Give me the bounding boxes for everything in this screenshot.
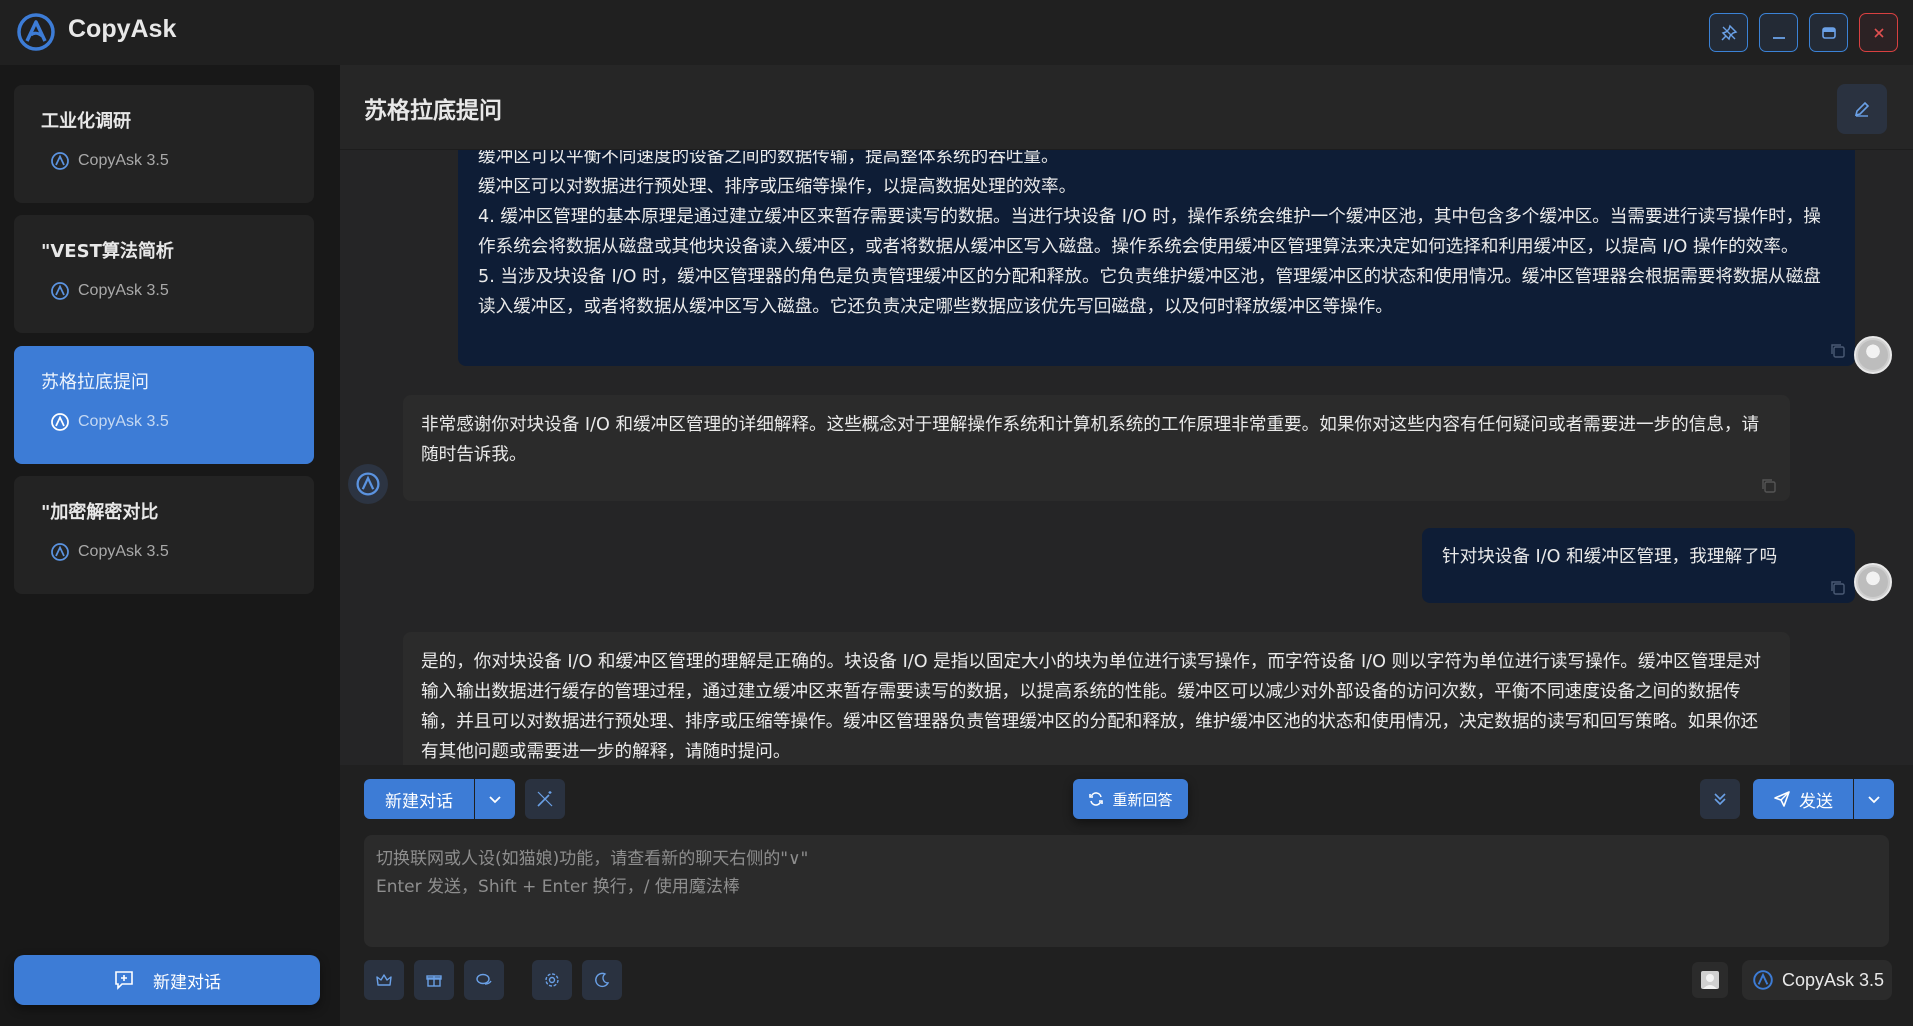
model-logo-icon: [51, 282, 69, 300]
model-logo-icon: [51, 543, 69, 561]
conversation-title: "VEST算法简析: [41, 241, 174, 262]
gift-icon: [426, 975, 442, 987]
new-chat-label: 新建对话: [153, 972, 221, 993]
model-logo-icon: [51, 413, 69, 431]
conversation-title: 苏格拉底提问: [41, 372, 149, 393]
message-list: 缓冲区可以平衡不同速度的设备之间的数据传输，提高整体系统的吞吐量。 缓冲区可以对…: [340, 150, 1913, 765]
maximize-button[interactable]: [1809, 13, 1848, 52]
conversation-title: 工业化调研: [41, 111, 131, 132]
conversation-item[interactable]: 工业化调研 CopyAsk 3.5: [14, 85, 314, 203]
assistant-message: 非常感谢你对块设备 I/O 和缓冲区管理的详细解释。这些概念对于理解操作系统和计…: [403, 395, 1790, 501]
gift-button[interactable]: [414, 960, 454, 1000]
page-title: 苏格拉底提问: [364, 98, 502, 124]
edit-title-button[interactable]: [1837, 84, 1887, 134]
conversation-title: "加密解密对比: [41, 502, 159, 523]
model-logo-icon: [51, 152, 69, 170]
conversation-item[interactable]: "VEST算法简析 CopyAsk 3.5: [14, 215, 314, 333]
regenerate-button[interactable]: 重新回答: [1073, 779, 1188, 819]
chat-icon: [476, 973, 492, 985]
chevron-down-icon: [1868, 796, 1880, 804]
close-icon: [1873, 27, 1884, 38]
settings-icon: [545, 973, 559, 987]
conversation-item-active[interactable]: 苏格拉底提问 CopyAsk 3.5: [14, 346, 314, 464]
new-chat-dropdown-button[interactable]: [475, 779, 515, 819]
message-input[interactable]: 切换联网或人设(如猫娘)功能，请查看新的聊天右侧的"∨" Enter 发送，Sh…: [364, 835, 1889, 947]
double-chevron-down-icon: [1714, 793, 1726, 806]
user-avatar: [1854, 563, 1892, 601]
send-options-button[interactable]: [1854, 779, 1894, 819]
edit-icon: [1854, 101, 1870, 117]
assistant-message: 是的，你对块设备 I/O 和缓冲区管理的理解是正确的。块设备 I/O 是指以固定…: [403, 632, 1790, 765]
chat-header: 苏格拉底提问: [340, 65, 1913, 150]
send-button[interactable]: 发送: [1753, 779, 1853, 819]
magic-wand-button[interactable]: [525, 779, 565, 819]
model-logo-icon: [1753, 970, 1773, 990]
copy-icon[interactable]: [1829, 579, 1847, 597]
conversation-item[interactable]: "加密解密对比 CopyAsk 3.5: [14, 476, 314, 594]
app-title: CopyAsk: [68, 15, 177, 43]
magic-wand-icon: [537, 791, 553, 807]
app-logo-icon: [17, 13, 55, 51]
crown-icon: [376, 974, 392, 986]
conversation-model: CopyAsk 3.5: [50, 542, 169, 562]
chevron-down-icon: [489, 796, 501, 804]
close-button[interactable]: [1859, 13, 1898, 52]
sidebar-new-chat-button[interactable]: 新建对话: [14, 955, 320, 1005]
send-icon: [1774, 791, 1790, 807]
input-placeholder-line: Enter 发送，Shift + Enter 换行，/ 使用魔法棒: [376, 877, 740, 897]
user-avatar-small[interactable]: [1692, 962, 1728, 998]
maximize-icon: [1821, 26, 1836, 39]
theme-toggle-button[interactable]: [582, 960, 622, 1000]
chat-button[interactable]: [464, 960, 504, 1000]
regenerate-label: 重新回答: [1112, 790, 1173, 809]
assistant-avatar: [348, 464, 388, 504]
user-icon: [1701, 971, 1719, 989]
app-logo-icon: [356, 472, 380, 496]
conversation-model: CopyAsk 3.5: [50, 412, 169, 432]
send-label: 发送: [1799, 791, 1833, 812]
user-message: 针对块设备 I/O 和缓冲区管理，我理解了吗: [1422, 528, 1855, 603]
composer: 新建对话 重新回答 发送 切换联网或人设(如猫娘)功能，请查看新的聊天右侧的"∨…: [340, 765, 1913, 1026]
moon-icon: [595, 972, 610, 988]
scroll-to-bottom-button[interactable]: [1700, 779, 1740, 819]
user-message: 缓冲区可以平衡不同速度的设备之间的数据传输，提高整体系统的吞吐量。 缓冲区可以对…: [458, 150, 1855, 366]
user-avatar: [1854, 336, 1892, 374]
copy-icon[interactable]: [1760, 477, 1778, 495]
input-placeholder-line: 切换联网或人设(如猫娘)功能，请查看新的聊天右侧的"∨": [376, 849, 809, 869]
conversation-model: CopyAsk 3.5: [50, 151, 169, 171]
minimize-icon: [1772, 36, 1785, 39]
pin-icon: [1720, 24, 1737, 41]
copy-icon[interactable]: [1829, 342, 1847, 360]
model-label: CopyAsk 3.5: [1782, 969, 1885, 990]
minimize-button[interactable]: [1759, 13, 1798, 52]
premium-button[interactable]: [364, 960, 404, 1000]
conversation-model: CopyAsk 3.5: [50, 281, 169, 301]
settings-button[interactable]: [532, 960, 572, 1000]
pin-button[interactable]: [1709, 13, 1748, 52]
sidebar: 工业化调研 CopyAsk 3.5 "VEST算法简析 CopyAsk 3.5 …: [0, 65, 340, 1026]
model-selector[interactable]: CopyAsk 3.5: [1742, 960, 1892, 1000]
new-chat-button[interactable]: 新建对话: [364, 779, 474, 819]
main-panel: 苏格拉底提问 缓冲区可以平衡不同速度的设备之间的数据传输，提高整体系统的吞吐量。…: [340, 65, 1913, 1026]
new-chat-icon: [115, 971, 133, 990]
refresh-icon: [1089, 792, 1104, 806]
title-bar: CopyAsk: [0, 0, 1913, 65]
